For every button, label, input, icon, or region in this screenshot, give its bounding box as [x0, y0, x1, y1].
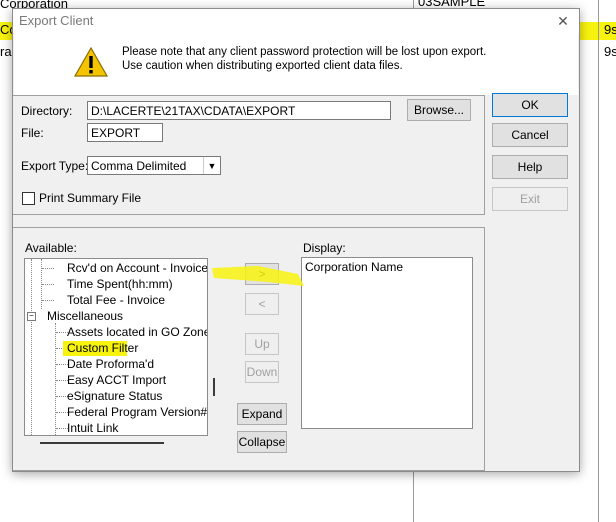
- dialog-titlebar[interactable]: Export Client ✕: [13, 9, 579, 33]
- directory-input[interactable]: D:\LACERTE\21TAX\CDATA\EXPORT: [87, 101, 391, 120]
- highlighter-mark: [212, 266, 304, 286]
- warning-area: Please note that any client password pro…: [14, 33, 578, 95]
- file-label: File:: [21, 126, 44, 140]
- export-type-value: Comma Delimited: [91, 159, 187, 173]
- background-row-right: 9s: [604, 22, 616, 37]
- chevron-down-icon[interactable]: ▼: [203, 157, 220, 174]
- tree-horizontal-scrollbar[interactable]: [40, 442, 164, 444]
- tree-item[interactable]: Easy ACCT Import: [67, 373, 166, 389]
- exit-button[interactable]: Exit: [492, 187, 568, 211]
- warning-message: Please note that any client password pro…: [122, 45, 486, 73]
- display-label: Display:: [303, 241, 346, 255]
- tree-item[interactable]: eSignature Status: [67, 389, 162, 405]
- collapse-node-icon[interactable]: −: [27, 312, 36, 321]
- browse-button[interactable]: Browse...: [407, 99, 471, 121]
- list-item[interactable]: Corporation Name: [305, 260, 403, 274]
- dialog-title: Export Client: [19, 13, 94, 28]
- tree-item[interactable]: Intuit Link: [67, 421, 118, 435]
- remove-field-button[interactable]: <: [245, 293, 279, 315]
- tree-item[interactable]: Time Spent(hh:mm): [67, 277, 173, 293]
- tree-item-custom-filter[interactable]: Custom Filter: [67, 341, 138, 357]
- tree-item[interactable]: Total Fee - Invoice: [67, 293, 165, 309]
- available-tree[interactable]: − Rcv'd on Account - Invoice Time Spent(…: [24, 258, 208, 436]
- print-summary-checkbox[interactable]: [22, 192, 35, 205]
- tree-item[interactable]: Date Proforma'd: [67, 357, 154, 373]
- export-type-select[interactable]: Comma Delimited ▼: [87, 156, 221, 175]
- tree-item[interactable]: Rcv'd on Account - Invoice: [67, 261, 207, 277]
- tree-vertical-scrollbar[interactable]: [213, 378, 215, 396]
- tree-connector: [31, 259, 32, 435]
- directory-label: Directory:: [21, 104, 73, 118]
- tree-item[interactable]: Federal Program Version#: [67, 405, 207, 421]
- expand-button[interactable]: Expand: [237, 403, 287, 425]
- tree-item[interactable]: Assets located in GO Zone: [67, 325, 207, 341]
- ok-button[interactable]: OK: [492, 93, 568, 117]
- move-up-button[interactable]: Up: [245, 333, 279, 355]
- move-down-button[interactable]: Down: [245, 361, 279, 383]
- file-input[interactable]: EXPORT: [87, 123, 163, 142]
- print-summary-label: Print Summary File: [39, 191, 142, 205]
- tree-connector: [42, 268, 54, 269]
- warning-line: Use caution when distributing exported c…: [122, 60, 403, 72]
- export-type-label: Export Type:: [21, 159, 89, 173]
- tree-connector: [42, 300, 54, 301]
- background-row: ra: [0, 44, 12, 59]
- tree-connector: [42, 284, 54, 285]
- background-column-divider: [598, 0, 599, 522]
- warning-icon: [74, 47, 108, 77]
- collapse-button[interactable]: Collapse: [237, 431, 287, 453]
- display-list[interactable]: Corporation Name: [301, 257, 473, 429]
- tree-item-miscellaneous[interactable]: Miscellaneous: [47, 309, 123, 325]
- warning-line: Please note that any client password pro…: [122, 46, 487, 58]
- cancel-button[interactable]: Cancel: [492, 123, 568, 147]
- help-button[interactable]: Help: [492, 155, 568, 179]
- background-row-right: 9s: [604, 44, 616, 59]
- available-label: Available:: [25, 241, 77, 255]
- close-icon[interactable]: ✕: [553, 11, 573, 31]
